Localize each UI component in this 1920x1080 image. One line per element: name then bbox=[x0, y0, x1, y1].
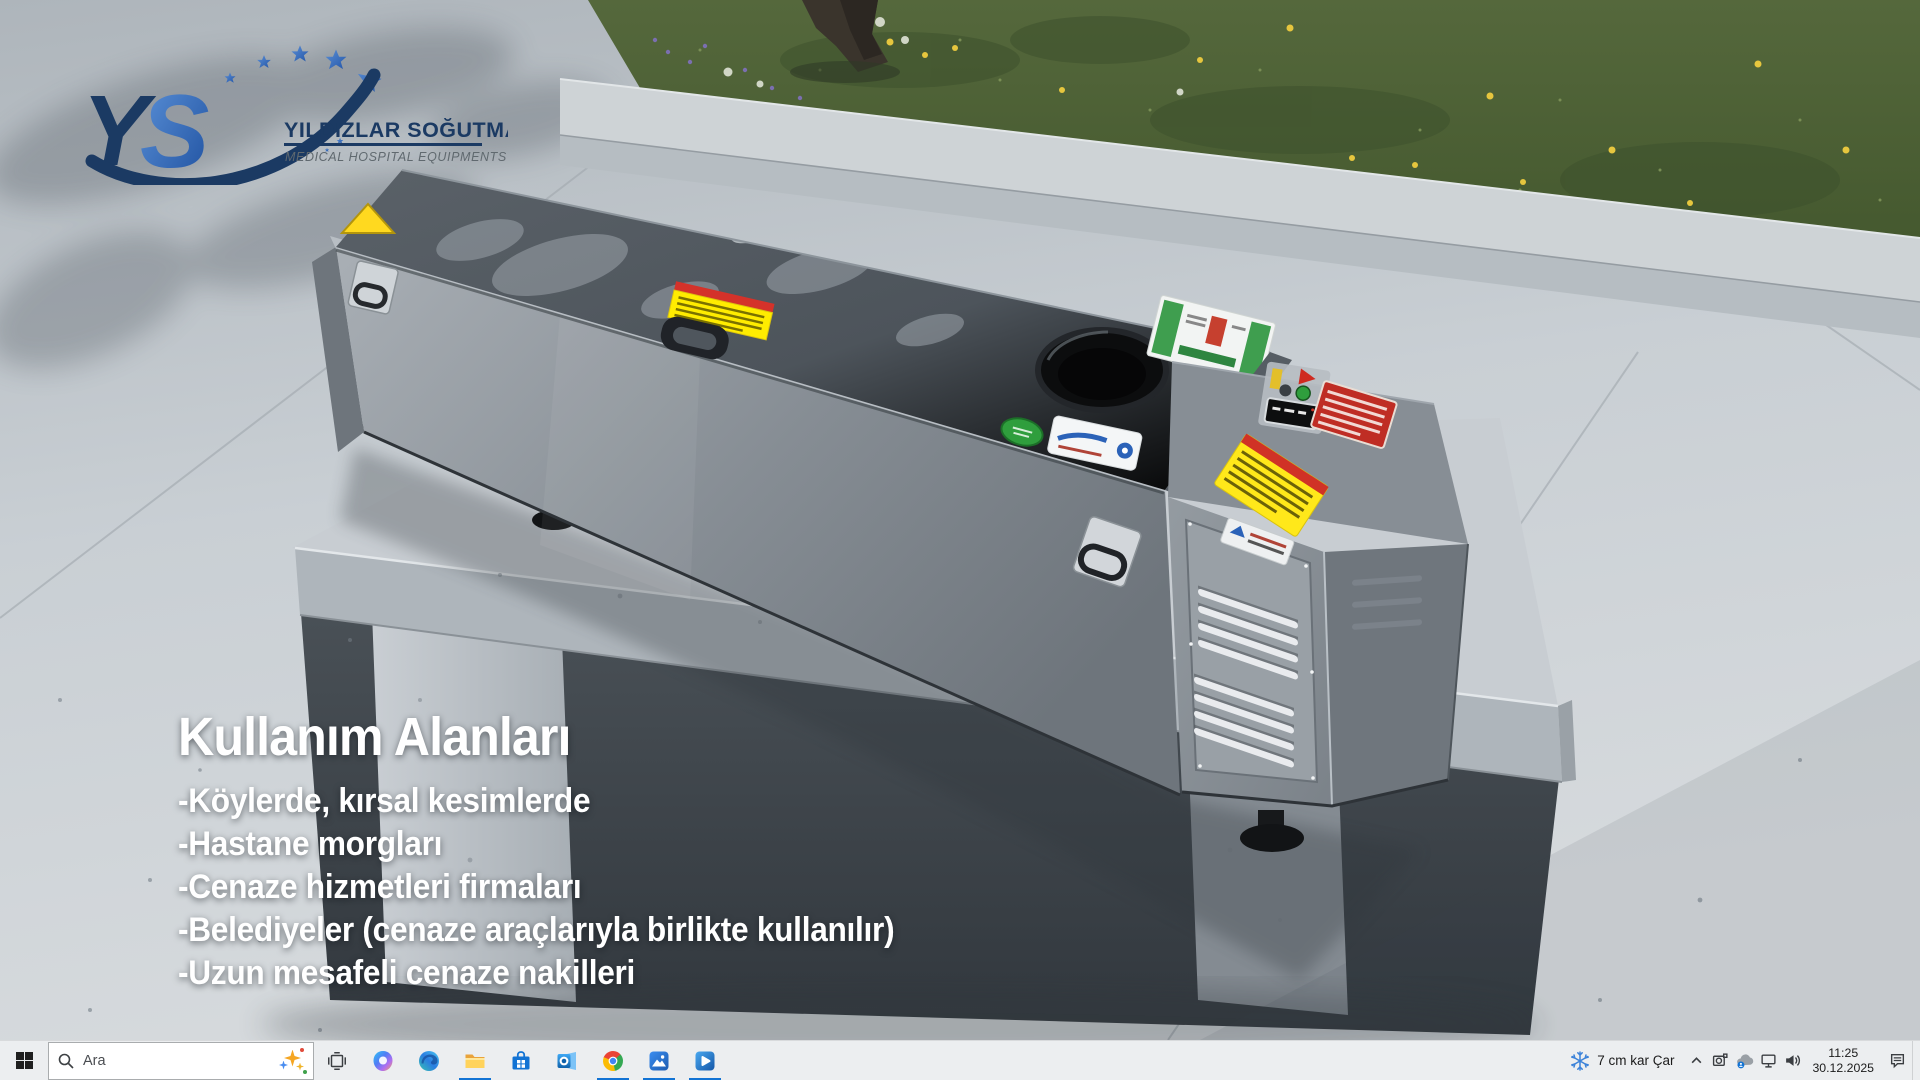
action-center-icon bbox=[1889, 1052, 1906, 1069]
photos-icon bbox=[647, 1049, 671, 1073]
caption-bullet: -Köylerde, kırsal kesimlerde bbox=[178, 780, 894, 823]
show-desktop-button[interactable] bbox=[1912, 1041, 1920, 1080]
caption-bullet: -Uzun mesafeli cenaze nakilleri bbox=[178, 952, 894, 995]
search-highlights-icon bbox=[279, 1048, 305, 1074]
network-icon bbox=[1760, 1052, 1777, 1069]
action-center-button[interactable] bbox=[1882, 1041, 1912, 1080]
weather-label: 7 cm kar Çar bbox=[1597, 1053, 1674, 1068]
media-player-icon bbox=[693, 1049, 717, 1073]
volume-icon bbox=[1784, 1052, 1801, 1069]
chrome-icon bbox=[601, 1049, 625, 1073]
system-tray: 7 cm kar Çar bbox=[1560, 1041, 1920, 1080]
microsoft-store-icon bbox=[509, 1049, 533, 1073]
logo-tagline: MEDICAL HOSPITAL EQUIPMENTS bbox=[285, 150, 507, 164]
caption-title: Kullanım Alanları bbox=[178, 706, 894, 768]
desktop-screenshot: Y S YILDIZLAR SOĞUTMA MEDICAL HOSPITAL E… bbox=[0, 0, 1920, 1080]
search-icon bbox=[57, 1052, 75, 1070]
search-placeholder: Ara bbox=[83, 1053, 271, 1069]
outlook-button[interactable] bbox=[544, 1041, 590, 1080]
camera-tray-button[interactable] bbox=[1708, 1041, 1732, 1080]
logo-monogram-s: S bbox=[140, 74, 209, 185]
network-button[interactable] bbox=[1756, 1041, 1780, 1080]
edge-button[interactable] bbox=[406, 1041, 452, 1080]
chevron-up-icon bbox=[1690, 1054, 1703, 1067]
taskbar-clock[interactable]: 11:25 30.12.2025 bbox=[1804, 1046, 1882, 1076]
media-player-button[interactable] bbox=[682, 1041, 728, 1080]
taskbar: Ara bbox=[0, 1040, 1920, 1080]
caption-block: Kullanım Alanları -Köylerde, kırsal kesi… bbox=[178, 706, 894, 995]
search-input[interactable]: Ara bbox=[48, 1042, 314, 1080]
copilot-icon bbox=[371, 1049, 395, 1073]
task-view-icon bbox=[326, 1050, 348, 1072]
start-button[interactable] bbox=[0, 1041, 48, 1080]
volume-button[interactable] bbox=[1780, 1041, 1804, 1080]
caption-bullet: -Hastane morgları bbox=[178, 823, 894, 866]
hidden-icons-button[interactable] bbox=[1684, 1041, 1708, 1080]
lid-round-opening bbox=[1038, 330, 1166, 410]
company-logo: Y S YILDIZLAR SOĞUTMA MEDICAL HOSPITAL E… bbox=[78, 45, 508, 185]
copilot-button[interactable] bbox=[360, 1041, 406, 1080]
logo-company-name: YILDIZLAR SOĞUTMA bbox=[284, 117, 508, 142]
photos-button[interactable] bbox=[636, 1041, 682, 1080]
microsoft-store-button[interactable] bbox=[498, 1041, 544, 1080]
edge-icon bbox=[417, 1049, 441, 1073]
caption-bullet: -Belediyeler (cenaze araçlarıyla birlikt… bbox=[178, 909, 894, 952]
clock-time: 11:25 bbox=[1812, 1046, 1874, 1061]
file-explorer-button[interactable] bbox=[452, 1041, 498, 1080]
weather-widget[interactable]: 7 cm kar Çar bbox=[1560, 1041, 1684, 1080]
snowflake-icon bbox=[1570, 1051, 1590, 1071]
windows-start-icon bbox=[16, 1052, 33, 1069]
onedrive-icon bbox=[1735, 1052, 1754, 1069]
condenser-right-face bbox=[1324, 544, 1468, 806]
file-explorer-icon bbox=[463, 1049, 487, 1073]
outlook-icon bbox=[555, 1049, 579, 1073]
onedrive-button[interactable] bbox=[1732, 1041, 1756, 1080]
caption-bullet: -Cenaze hizmetleri firmaları bbox=[178, 866, 894, 909]
clock-date: 30.12.2025 bbox=[1812, 1061, 1874, 1076]
task-view-button[interactable] bbox=[314, 1041, 360, 1080]
camera-tray-icon bbox=[1712, 1052, 1729, 1069]
chrome-button[interactable] bbox=[590, 1041, 636, 1080]
